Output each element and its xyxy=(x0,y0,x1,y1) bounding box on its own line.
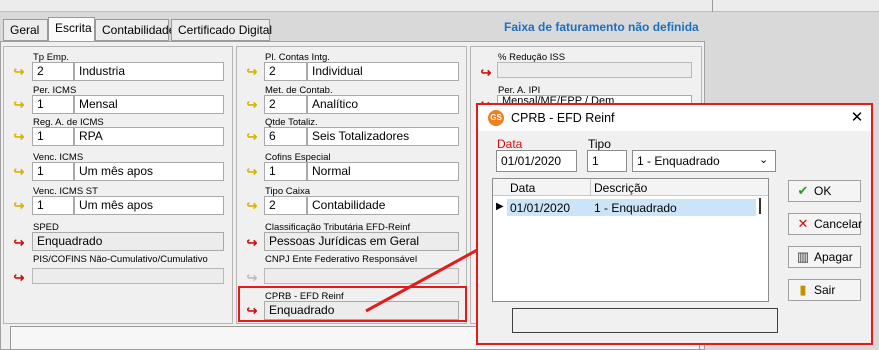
top-divider xyxy=(712,0,713,12)
ok-label: OK xyxy=(814,184,832,198)
check-icon: ✔ xyxy=(797,183,809,198)
red-arrow-icon[interactable]: ↪ xyxy=(244,236,260,250)
cofins-especial-value: Normal xyxy=(307,162,459,181)
data-label: Data xyxy=(497,137,523,151)
tab-contabilidade[interactable]: Contabilidade xyxy=(95,19,175,41)
lookup-arrow-icon[interactable]: ↪ xyxy=(11,65,27,79)
tab-escrita[interactable]: Escrita xyxy=(48,17,95,42)
tp-emp-code[interactable]: 2 xyxy=(32,62,74,81)
grid-scrollbar[interactable] xyxy=(759,198,761,214)
reducao-iss-value xyxy=(497,62,692,78)
tipo-caixa-code[interactable]: 2 xyxy=(264,196,307,215)
reg-icms-value: RPA xyxy=(74,127,224,146)
lookup-arrow-icon[interactable]: ↪ xyxy=(244,199,260,213)
red-arrow-icon[interactable]: ↪ xyxy=(478,66,494,80)
tp-emp-value: Industria xyxy=(74,62,224,81)
met-contab-value: Analítico xyxy=(307,95,459,114)
tipo-code-input[interactable]: 1 xyxy=(587,150,627,172)
dialog-title: CPRB - EFD Reinf xyxy=(511,111,615,125)
pl-contas-value: Individual xyxy=(307,62,459,81)
row-pointer-icon: ▶ xyxy=(496,201,504,212)
per-icms-code[interactable]: 1 xyxy=(32,95,74,114)
grid-header-divider xyxy=(590,179,591,196)
lookup-arrow-icon[interactable]: ↪ xyxy=(11,165,27,179)
venc-icms-st-code[interactable]: 1 xyxy=(32,196,74,215)
disabled-arrow-icon: ↪ xyxy=(246,270,258,285)
delete-label: Apagar xyxy=(814,250,853,264)
app-logo-icon: GS xyxy=(488,110,504,126)
tipo-caixa-value: Contabilidade xyxy=(307,196,459,215)
cancel-label: Cancelar xyxy=(814,217,863,231)
grid-header-data[interactable]: Data xyxy=(510,181,535,195)
trash-icon: ▥ xyxy=(796,249,810,264)
qtde-totaliz-code[interactable]: 6 xyxy=(264,127,307,146)
cancel-button[interactable]: ✕ Cancelar xyxy=(788,213,863,235)
venc-icms-value: Um mês apos xyxy=(74,162,224,181)
top-strip xyxy=(0,0,879,12)
lookup-arrow-icon[interactable]: ↪ xyxy=(244,165,260,179)
pis-cofins-label: PIS/COFINS Não-Cumulativo/Cumulativo xyxy=(33,254,208,265)
status-field xyxy=(512,308,778,333)
lookup-arrow-icon[interactable]: ↪ xyxy=(11,199,27,213)
cprb-dialog: GS CPRB - EFD Reinf ✕ Data 01/01/2020 Ti… xyxy=(476,103,873,345)
red-arrow-icon[interactable]: ↪ xyxy=(11,271,27,285)
pl-contas-code[interactable]: 2 xyxy=(264,62,307,81)
grid-header-descricao[interactable]: Descrição xyxy=(594,181,647,195)
close-icon[interactable]: ✕ xyxy=(847,108,867,128)
row-date: 01/01/2020 xyxy=(510,201,571,215)
chevron-down-icon: ⌄ xyxy=(759,154,769,166)
cprb-value[interactable]: Enquadrado xyxy=(264,301,459,320)
venc-icms-code[interactable]: 1 xyxy=(32,162,74,181)
tab-geral[interactable]: Geral xyxy=(3,19,48,41)
red-arrow-icon[interactable]: ↪ xyxy=(244,304,260,318)
data-input[interactable]: 01/01/2020 xyxy=(496,150,577,172)
cofins-especial-code[interactable]: 1 xyxy=(264,162,307,181)
exit-label: Sair xyxy=(814,283,836,297)
lookup-arrow-icon[interactable]: ↪ xyxy=(244,130,260,144)
tab-certificado-digital[interactable]: Certificado Digital xyxy=(171,19,272,41)
lookup-arrow-icon[interactable]: ↪ xyxy=(244,98,260,112)
cnpj-ente-value xyxy=(264,268,459,284)
tipo-label: Tipo xyxy=(588,137,611,151)
red-arrow-icon[interactable]: ↪ xyxy=(11,236,27,250)
row-desc: 1 - Enquadrado xyxy=(594,201,677,215)
exit-door-icon: ▮ xyxy=(799,282,807,297)
lookup-arrow-icon[interactable]: ↪ xyxy=(11,130,27,144)
exit-button[interactable]: ▮ Sair xyxy=(788,279,861,301)
lookup-arrow-icon[interactable]: ↪ xyxy=(244,65,260,79)
sped-value: Enquadrado xyxy=(32,232,224,251)
qtde-totaliz-value: Seis Totalizadores xyxy=(307,127,459,146)
warning-text: Faixa de faturamento não definida xyxy=(504,20,699,34)
venc-icms-st-value: Um mês apos xyxy=(74,196,224,215)
pis-cofins-value xyxy=(32,268,224,284)
cancel-icon: ✕ xyxy=(797,216,809,231)
history-grid: Data Descrição ▶ 01/01/2020 1 - Enquadra… xyxy=(492,178,769,302)
reg-icms-code[interactable]: 1 xyxy=(32,127,74,146)
tipo-select[interactable]: 1 - Enquadrado ⌄ xyxy=(632,150,776,172)
tipo-select-value: 1 - Enquadrado xyxy=(637,154,720,168)
cnpj-ente-label: CNPJ Ente Federativo Responsável xyxy=(265,254,418,265)
met-contab-code[interactable]: 2 xyxy=(264,95,307,114)
ok-button[interactable]: ✔ OK xyxy=(788,180,861,202)
lookup-arrow-icon[interactable]: ↪ xyxy=(11,98,27,112)
class-trib-value: Pessoas Jurídicas em Geral xyxy=(264,232,459,251)
per-icms-value: Mensal xyxy=(74,95,224,114)
delete-button[interactable]: ▥ Apagar xyxy=(788,246,861,268)
